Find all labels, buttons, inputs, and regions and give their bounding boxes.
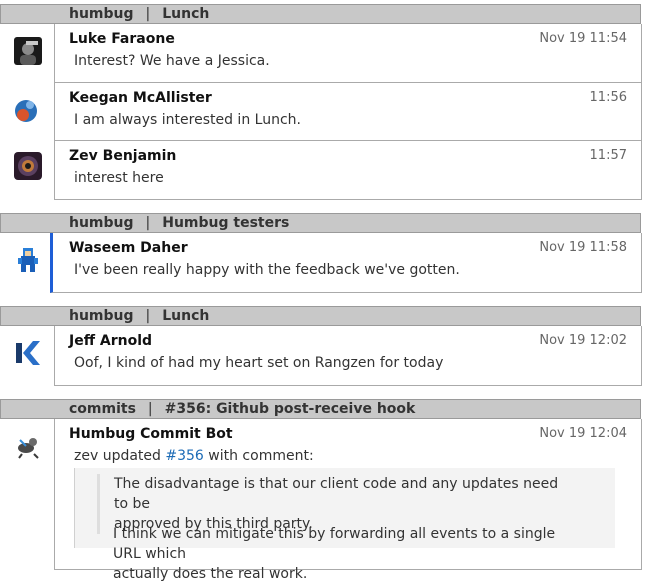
separator: | — [145, 215, 151, 231]
timestamp: 11:57 — [589, 148, 627, 163]
stream-name[interactable]: humbug — [69, 215, 134, 231]
recipient-bar[interactable]: humbug | Humbug testers — [0, 213, 641, 233]
content-suffix: with comment: — [208, 448, 314, 464]
recipient-bar[interactable]: humbug | Lunch — [0, 4, 641, 24]
stream-name[interactable]: humbug — [69, 308, 134, 324]
separator: | — [145, 6, 151, 22]
message-content: Interest? We have a Jessica. — [74, 53, 270, 69]
recipient-label[interactable]: humbug | Lunch — [69, 307, 209, 325]
content-prefix: zev updated — [74, 448, 161, 464]
message-group-humbug-lunch-2: humbug | Lunch Jeff Arnold Nov 19 12:02 Oo… — [0, 306, 642, 386]
sender-name[interactable]: Humbug Commit Bot — [69, 426, 233, 442]
quote-line: The disadvantage is that our client code… — [114, 476, 559, 512]
sender-name[interactable]: Keegan McAllister — [69, 90, 212, 106]
comment-line: actually does the real work. — [113, 566, 308, 582]
timestamp: 11:56 — [589, 90, 627, 105]
avatar[interactable] — [14, 339, 42, 367]
timestamp: Nov 19 12:04 — [539, 426, 627, 441]
avatar[interactable] — [14, 37, 42, 65]
sender-name[interactable]: Waseem Daher — [69, 240, 188, 256]
message-row[interactable]: Humbug Commit Bot Nov 19 12:04 zev updat… — [54, 419, 642, 582]
sender-name[interactable]: Zev Benjamin — [69, 148, 176, 164]
timestamp: Nov 19 12:02 — [539, 333, 627, 348]
stream-name[interactable]: commits — [69, 401, 136, 417]
message-content: I've been really happy with the feedback… — [74, 262, 460, 278]
comment-line: I think we can mitigate this by forwardi… — [113, 526, 556, 562]
comment-text: I think we can mitigate this by forwardi… — [113, 524, 583, 584]
avatar[interactable] — [14, 95, 42, 123]
timestamp: Nov 19 11:54 — [539, 31, 627, 46]
sender-name[interactable]: Luke Faraone — [69, 31, 175, 47]
recipient-label[interactable]: commits | #356: Github post-receive hook — [69, 400, 415, 418]
avatar[interactable] — [14, 152, 42, 180]
recipient-bar[interactable]: humbug | Lunch — [0, 306, 641, 326]
recipient-label[interactable]: humbug | Lunch — [69, 5, 209, 23]
separator: | — [145, 308, 151, 324]
topic-name[interactable]: Humbug testers — [162, 215, 289, 231]
message-row[interactable]: Jeff Arnold Nov 19 12:02 Oof, I kind of … — [54, 326, 642, 386]
topic-name[interactable]: #356: Github post-receive hook — [165, 401, 416, 417]
message-row[interactable]: Zev Benjamin 11:57 interest here — [54, 141, 642, 200]
avatar[interactable] — [14, 432, 42, 460]
commit-link[interactable]: #356 — [165, 448, 203, 464]
message-row[interactable]: Luke Faraone Nov 19 11:54 Interest? We h… — [54, 24, 642, 83]
message-content: interest here — [74, 170, 164, 186]
message-row-selected[interactable]: Waseem Daher Nov 19 11:58 I've been real… — [50, 233, 642, 293]
message-content: Oof, I kind of had my heart set on Rangz… — [74, 355, 444, 371]
message-group-humbug-lunch: humbug | Lunch Luke Faraone Nov 19 11:54 I… — [0, 4, 642, 200]
message-row[interactable]: Keegan McAllister 11:56 I am always inte… — [54, 83, 642, 141]
avatar[interactable] — [14, 246, 42, 274]
message-group-commits: commits | #356: Github post-receive hook H… — [0, 399, 642, 582]
message-content: zev updated #356 with comment: — [74, 448, 314, 464]
message-group-humbug-testers: humbug | Humbug testers Waseem Daher Nov 1… — [0, 213, 642, 293]
quote-block: The disadvantage is that our client code… — [74, 468, 615, 582]
recipient-bar[interactable]: commits | #356: Github post-receive hook — [0, 399, 641, 419]
message-content: I am always interested in Lunch. — [74, 112, 301, 128]
recipient-label[interactable]: humbug | Humbug testers — [69, 214, 289, 232]
topic-name[interactable]: Lunch — [162, 308, 209, 324]
sender-name[interactable]: Jeff Arnold — [69, 333, 152, 349]
separator: | — [147, 401, 153, 417]
timestamp: Nov 19 11:58 — [539, 240, 627, 255]
topic-name[interactable]: Lunch — [162, 6, 209, 22]
stream-name[interactable]: humbug — [69, 6, 134, 22]
